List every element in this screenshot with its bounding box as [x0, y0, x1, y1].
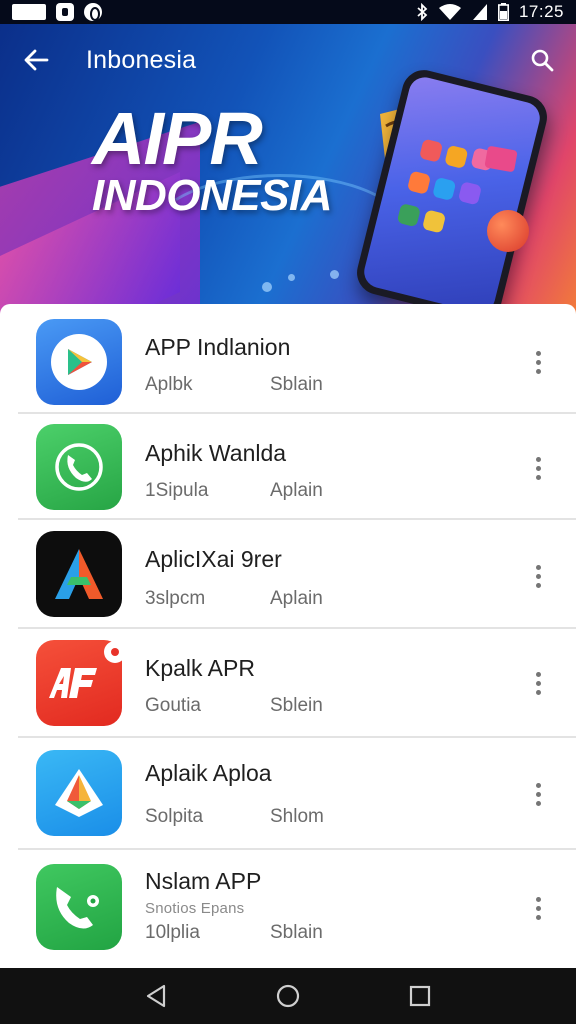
hero-dot	[262, 282, 272, 292]
app-meta-left: Solpita	[145, 806, 204, 827]
list-item[interactable]: Aplaik Aploa Solpita Shlom	[0, 740, 576, 848]
phone-call-icon	[36, 864, 122, 950]
app-meta-left: Goutia	[145, 695, 201, 716]
app-meta-left: 10lplia	[145, 922, 200, 943]
app-meta-right: Shlom	[270, 806, 324, 827]
hero-banner: Inbonesia AIPR INDONESIA	[0, 24, 576, 314]
app-notification-icon	[56, 3, 74, 21]
screen-title: Inbonesia	[86, 45, 197, 74]
nav-recent-icon	[409, 985, 431, 1007]
more-options-button[interactable]	[526, 890, 550, 926]
app-meta-left: 1Sipula	[145, 480, 209, 501]
bluetooth-icon	[416, 3, 428, 21]
app-name: Kpalk APR	[145, 655, 255, 681]
hero-title: AIPR	[92, 97, 263, 180]
app-description: Snotios Epans	[145, 900, 245, 917]
arrow-left-icon	[24, 49, 49, 71]
more-options-button[interactable]	[526, 558, 550, 594]
signal-icon	[472, 3, 488, 21]
divider	[18, 736, 576, 738]
hero-dot	[288, 274, 295, 281]
list-item[interactable]: AplicIXai 9rer 3slpcm Aplain	[0, 522, 576, 628]
status-bar: 17:25	[0, 0, 576, 24]
play-triangle-icon	[36, 319, 122, 405]
notification-badge	[104, 641, 126, 663]
app-meta-left: Aplbk	[145, 374, 193, 395]
phone-handset-icon	[36, 424, 122, 510]
nav-back-icon	[146, 984, 166, 1008]
app-meta-right: Aplain	[270, 588, 323, 609]
back-button[interactable]	[20, 44, 52, 76]
hero-dot	[330, 270, 339, 279]
hero-decoration	[487, 210, 529, 252]
more-options-button[interactable]	[526, 776, 550, 812]
battery-icon	[497, 3, 509, 21]
more-options-button[interactable]	[526, 450, 550, 486]
app-name: APP Indlanion	[145, 334, 291, 360]
sync-icon	[84, 3, 102, 21]
nav-home-icon	[276, 984, 300, 1008]
search-button[interactable]	[526, 44, 558, 76]
nav-home-button[interactable]	[268, 976, 308, 1016]
app-meta-right: Sblain	[270, 374, 323, 395]
app-meta-left: 3slpcm	[145, 588, 206, 609]
search-icon	[531, 49, 554, 72]
more-options-button[interactable]	[526, 665, 550, 701]
system-nav-bar	[0, 968, 576, 1024]
divider	[18, 412, 576, 414]
app-name: AplicIXai 9rer	[145, 546, 282, 572]
mail-icon	[12, 4, 46, 20]
app-name: Aplaik Aploa	[145, 760, 272, 786]
app-list: APP Indlanion Aplbk Sblain Aphik Wanlda …	[0, 304, 576, 968]
divider	[18, 627, 576, 629]
app-meta-right: Aplain	[270, 480, 323, 501]
divider	[18, 848, 576, 850]
status-time: 17:25	[518, 2, 564, 21]
a-logo-icon	[36, 531, 122, 617]
list-item[interactable]: Aphik Wanlda 1Sipula Aplain	[0, 416, 576, 520]
nav-recent-button[interactable]	[400, 976, 440, 1016]
list-item[interactable]: Kpalk APR Goutia Sblein	[0, 631, 576, 737]
list-item[interactable]: Nslam APP Snotios Epans 10lplia Sblain	[0, 852, 576, 962]
hero-subtitle: INDONESIA	[92, 171, 332, 220]
app-name: Nslam APP	[145, 868, 262, 894]
diamond-shape-icon	[36, 750, 122, 836]
list-item[interactable]: APP Indlanion Aplbk Sblain	[0, 312, 576, 412]
app-meta-right: Sblein	[270, 695, 323, 716]
divider	[18, 518, 576, 520]
app-meta-right: Sblain	[270, 922, 323, 943]
app-name: Aphik Wanlda	[145, 440, 287, 466]
more-options-button[interactable]	[526, 344, 550, 380]
wifi-icon	[438, 3, 462, 21]
nav-back-button[interactable]	[136, 976, 176, 1016]
app-bar: Inbonesia	[0, 38, 576, 82]
